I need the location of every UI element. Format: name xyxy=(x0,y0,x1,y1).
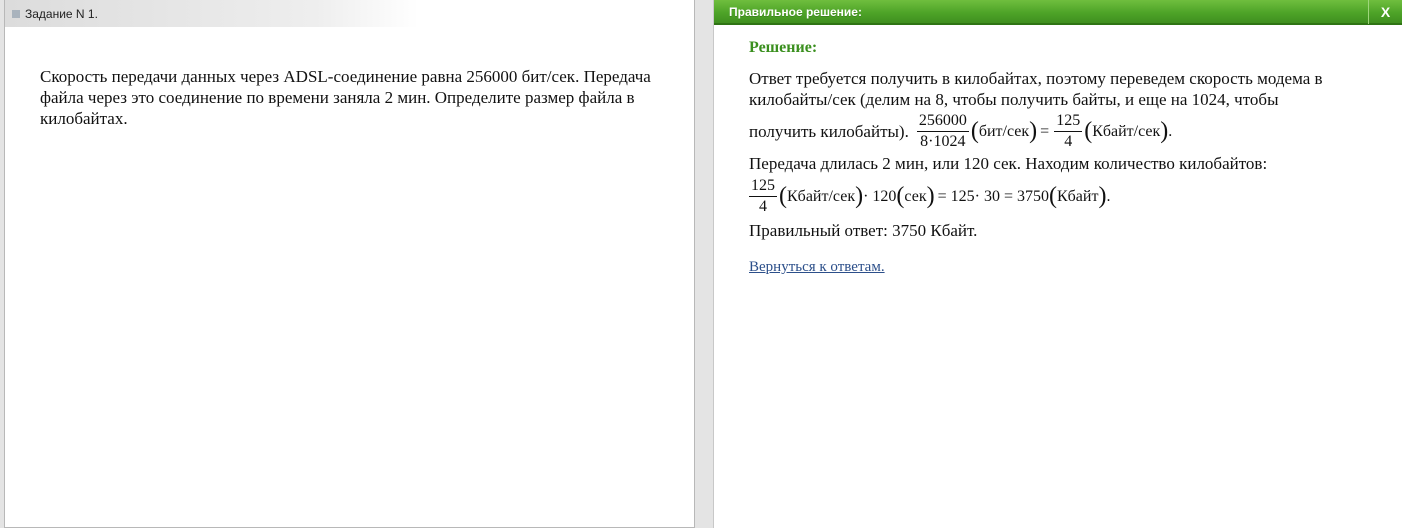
computation: = 125· 30 = 3750 xyxy=(937,188,1049,205)
task-text: Скорость передачи данных через ADSL-соед… xyxy=(40,67,651,128)
solution-paragraph-1-end: получить килобайты). xyxy=(749,122,909,141)
fraction-denominator: 4 xyxy=(1064,133,1073,150)
solution-title: Правильное решение: xyxy=(729,4,862,19)
unit-bits-per-sec: (бит/сек) xyxy=(970,118,1038,144)
task-title: Задание N 1. xyxy=(25,6,98,21)
task-header: Задание N 1. xyxy=(5,0,694,27)
solution-panel: Правильное решение: X Решение: Ответ тре… xyxy=(713,0,1402,528)
period: . xyxy=(1168,123,1173,140)
task-panel: Задание N 1. Скорость передачи данных че… xyxy=(4,0,695,528)
solution-body: Решение: Ответ требуется получить в кило… xyxy=(749,37,1389,278)
unit-kbytes-per-sec: (Кбайт/сек) xyxy=(1084,118,1169,144)
fraction-denominator: 8·1024 xyxy=(920,133,966,150)
fraction-numerator: 125 xyxy=(749,177,777,197)
solution-header: Правильное решение: X xyxy=(714,0,1402,25)
fraction-speed: 256000 8·1024 xyxy=(916,112,969,151)
square-bullet-icon xyxy=(12,9,20,18)
period: . xyxy=(1106,188,1111,205)
equals-sign: = xyxy=(1040,123,1050,140)
unit-sec: (сек) xyxy=(896,183,935,209)
fraction-numerator: 256000 xyxy=(916,112,969,132)
close-button[interactable]: X xyxy=(1368,0,1402,24)
formula-2: 125 4 (Кбайт/сек) · 120 (сек) = 125· 30 … xyxy=(749,177,1389,216)
solution-paragraph-2: Передача длилась 2 мин, или 120 сек. Нах… xyxy=(749,154,1268,173)
correct-answer: Правильный ответ: 3750 Кбайт. xyxy=(749,221,978,240)
fraction-result: 125 4 xyxy=(1054,112,1083,151)
fraction-numerator: 125 xyxy=(1054,112,1083,132)
multiply-seconds: · 120 xyxy=(863,188,897,205)
unit-kbytes-per-sec: (Кбайт/сек) xyxy=(779,183,864,209)
fraction-speed-kb: 125 4 xyxy=(749,177,777,216)
unit-kbytes: (Кбайт) xyxy=(1048,183,1107,209)
solution-heading: Решение: xyxy=(749,39,818,56)
fraction-denominator: 4 xyxy=(759,198,767,215)
formula-1: получить килобайты). 256000 8·1024 (бит/… xyxy=(749,112,1389,151)
solution-paragraph-1: Ответ требуется получить в килобайтах, п… xyxy=(749,69,1323,109)
back-to-answers-link[interactable]: Вернуться к ответам. xyxy=(749,257,885,278)
